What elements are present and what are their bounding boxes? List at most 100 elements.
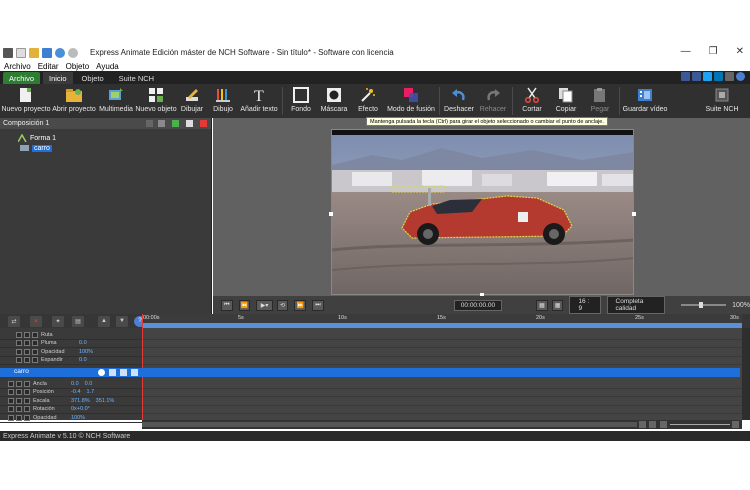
tab-suite-nch[interactable]: Suite NCH xyxy=(113,72,160,84)
scroll-left-icon[interactable] xyxy=(639,421,646,428)
effect-icon xyxy=(360,87,376,103)
new-object-button[interactable]: Nuevo objeto xyxy=(135,84,177,118)
undo-button[interactable]: Deshacer xyxy=(442,84,476,118)
move-down-icon[interactable]: ▼ xyxy=(116,315,128,327)
property-row[interactable]: Ruta xyxy=(0,331,142,340)
property-row[interactable]: Expandir 0.0 xyxy=(0,357,142,365)
property-row[interactable]: Ancla 0.0 0.0 xyxy=(0,380,142,389)
go-end-button[interactable]: ⏭ xyxy=(312,299,324,311)
property-row[interactable]: Opacidad 100% xyxy=(0,414,142,423)
resize-handle-left[interactable] xyxy=(329,212,333,216)
cut-button[interactable]: Cortar xyxy=(515,84,549,118)
timeline-horizontal-scrollbar[interactable] xyxy=(142,420,742,429)
property-row[interactable]: Opacidad 100% xyxy=(0,348,142,357)
resize-handle-right[interactable] xyxy=(632,212,636,216)
delete-keyframe-icon[interactable]: ✕ xyxy=(30,315,42,327)
quality-select[interactable]: Completa calidad xyxy=(606,296,665,314)
undo-icon[interactable] xyxy=(55,47,65,58)
menu-archivo[interactable]: Archivo xyxy=(4,62,31,71)
maximize-button[interactable]: ❐ xyxy=(709,46,718,57)
timeline-zoom-slider[interactable] xyxy=(670,424,730,425)
solo-icon[interactable] xyxy=(120,369,127,376)
menu-objeto[interactable]: Objeto xyxy=(66,62,90,71)
wand-icon[interactable]: ✦ xyxy=(52,315,64,327)
lock-icon[interactable] xyxy=(109,369,116,376)
property-row[interactable]: Rotación 0x+0.0° xyxy=(0,406,142,414)
zoom-in-icon[interactable] xyxy=(732,421,739,428)
video-frame-image xyxy=(332,130,633,294)
new-object-label: Nuevo objeto xyxy=(135,106,177,113)
effect-button[interactable]: Efecto xyxy=(351,84,385,118)
play-button[interactable]: ▶▾ xyxy=(256,299,273,311)
redo-icon[interactable] xyxy=(68,47,78,58)
move-up-icon[interactable]: ▲ xyxy=(98,315,110,327)
aspect-ratio-select[interactable]: 16 : 9 xyxy=(569,296,601,314)
delete-icon[interactable] xyxy=(200,120,207,127)
minimize-button[interactable]: — xyxy=(681,46,691,57)
copy-label: Copiar xyxy=(555,106,577,113)
grid-button[interactable]: ▦ xyxy=(551,299,564,311)
loop-button[interactable]: ⟲ xyxy=(276,299,289,311)
open-folder-icon[interactable] xyxy=(29,47,39,58)
add-text-button[interactable]: T Añadir texto xyxy=(238,84,280,118)
zoom-slider-thumb[interactable] xyxy=(698,302,703,308)
scrollbar-thumb[interactable] xyxy=(142,422,637,427)
tree-item-forma[interactable]: Forma 1 xyxy=(18,133,211,143)
new-project-button[interactable]: Nuevo proyecto xyxy=(0,84,52,118)
zoom-slider[interactable] xyxy=(680,302,727,308)
property-row[interactable]: Pluma 0.0 xyxy=(0,340,142,348)
like-icon[interactable] xyxy=(681,72,690,81)
visibility-icon[interactable] xyxy=(98,369,105,376)
tab-inicio[interactable]: Inicio xyxy=(43,72,73,84)
playhead[interactable] xyxy=(142,314,143,420)
nch-suite-button[interactable]: Suite NCH xyxy=(702,84,742,118)
background-button[interactable]: Fondo xyxy=(285,84,317,118)
draw-button[interactable]: Dibujar xyxy=(176,84,208,118)
safe-area-button[interactable]: ▦ xyxy=(536,299,548,311)
video-preview[interactable] xyxy=(331,129,634,295)
menu-editar[interactable]: Editar xyxy=(38,62,59,71)
property-row[interactable]: Escala 371.8% 351.1% xyxy=(0,397,142,406)
next-frame-button[interactable]: ⏩ xyxy=(294,299,307,311)
quick-access-toolbar xyxy=(3,47,78,58)
new-composition-icon[interactable] xyxy=(172,120,179,127)
text-icon: T xyxy=(251,87,267,103)
film-icon[interactable]: ▤ xyxy=(72,315,84,327)
copy-button[interactable]: Copiar xyxy=(549,84,583,118)
timeline-vertical-scrollbar[interactable] xyxy=(742,328,750,420)
menu-dropdown-icon[interactable] xyxy=(725,72,734,81)
scroll-right-icon[interactable] xyxy=(649,421,656,428)
twitter-icon[interactable] xyxy=(703,72,712,81)
help-icon[interactable] xyxy=(736,72,745,81)
timeline-tool-1-icon[interactable]: ⇄ xyxy=(8,315,20,327)
tab-objeto[interactable]: Objeto xyxy=(76,72,110,84)
add-layer-icon[interactable] xyxy=(158,120,165,127)
menu-ayuda[interactable]: Ayuda xyxy=(96,62,119,71)
tab-archivo[interactable]: Archivo xyxy=(3,72,41,84)
blend-mode-button[interactable]: Modo de fusión xyxy=(385,84,437,118)
prev-frame-button[interactable]: ⏪ xyxy=(238,299,251,311)
close-button[interactable]: ✕ xyxy=(736,46,744,57)
composition-dropdown-icon[interactable] xyxy=(146,120,153,127)
drawing-button[interactable]: Dibujo xyxy=(208,84,238,118)
property-row[interactable]: Posición -0.4 1.7 xyxy=(0,389,142,397)
layer-tree: Forma 1 carro xyxy=(0,129,211,153)
layer-row-carro[interactable]: carro xyxy=(0,368,740,377)
timeline-ruler[interactable]: 00:00s 5s 10s 15s 20s 25s 30s xyxy=(142,314,742,328)
paste-button[interactable]: Pegar xyxy=(583,84,617,118)
duplicate-icon[interactable] xyxy=(186,120,193,127)
tree-item-carro[interactable]: carro xyxy=(20,143,211,153)
save-video-button[interactable]: Guardar vídeo xyxy=(622,84,668,118)
save-icon[interactable] xyxy=(42,47,52,58)
mask-button[interactable]: Máscara xyxy=(317,84,351,118)
facebook-icon[interactable] xyxy=(692,72,701,81)
layer-options-icon[interactable] xyxy=(131,369,138,376)
redo-label: Rehacer xyxy=(479,106,507,113)
linkedin-icon[interactable] xyxy=(714,72,723,81)
go-start-button[interactable]: ⏮ xyxy=(221,299,233,311)
zoom-out-icon[interactable] xyxy=(660,421,667,428)
open-project-button[interactable]: Abrir proyecto xyxy=(52,84,96,118)
new-file-icon[interactable] xyxy=(16,47,26,58)
multimedia-button[interactable]: Multimedia xyxy=(96,84,136,118)
redo-button[interactable]: Rehacer xyxy=(476,84,510,118)
